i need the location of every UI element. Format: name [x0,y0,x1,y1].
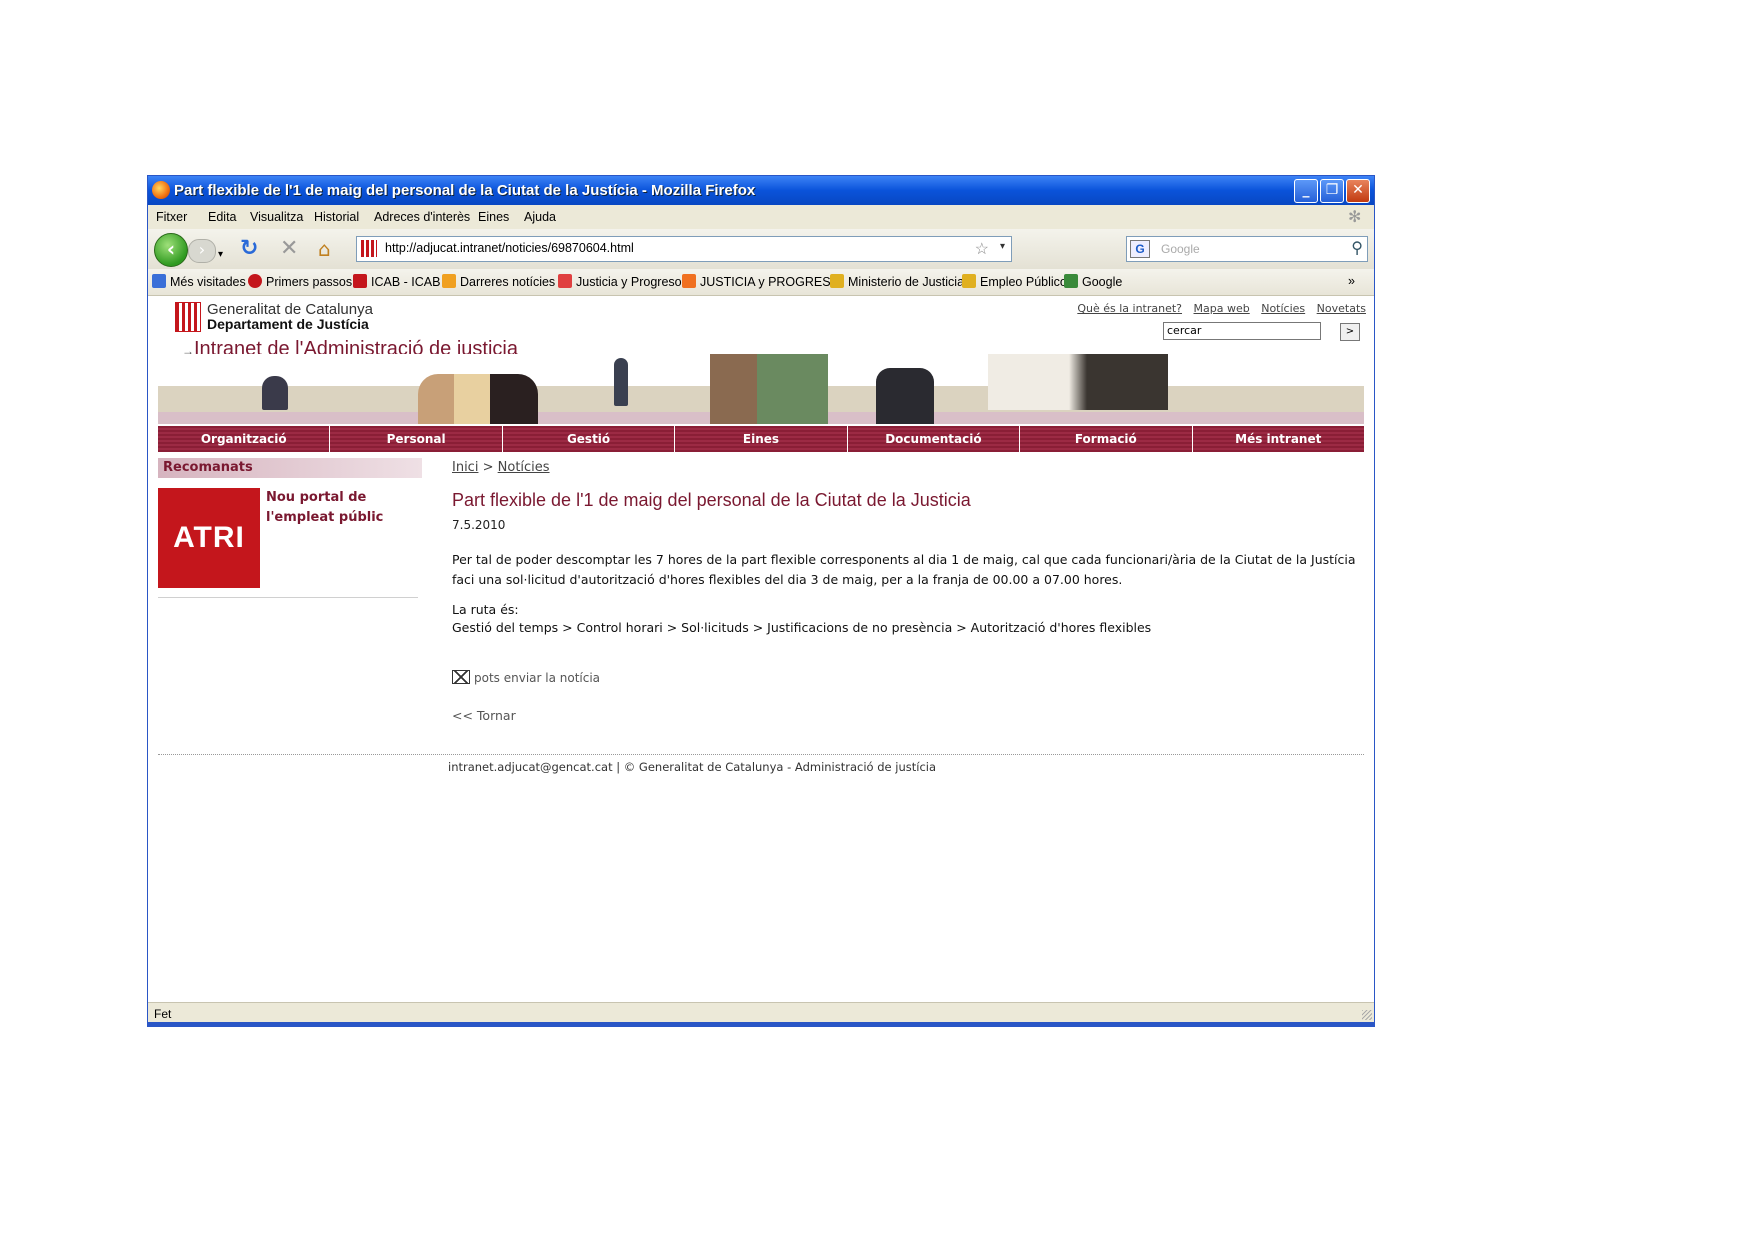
navigation-toolbar: ‹ › ▾ ↻ ✕ ⌂ http://adjucat.intranet/noti… [148,229,1374,269]
firefox-icon [152,181,170,199]
breadcrumb-separator: > [482,460,494,475]
link-mapa-web[interactable]: Mapa web [1194,302,1250,315]
url-bar[interactable]: http://adjucat.intranet/noticies/6987060… [356,236,1012,262]
menu-bar: Fitxer Edita Visualitza Historial Adrece… [148,205,1374,229]
nav-eines[interactable]: Eines [675,426,848,452]
bookmark-ministerio-justicia[interactable]: Ministerio de Justicia [830,274,964,289]
department-name: Departament de Justícia [207,316,369,332]
sidebar-divider [158,597,418,598]
sidebar-heading: Recomanats [158,458,422,478]
bookmark-justicia-progreso-blog[interactable]: JUSTICIA y PROGRESO [682,274,840,289]
breadcrumb-news[interactable]: Notícies [498,460,550,475]
banner-building [710,354,828,424]
menu-item-edita[interactable]: Edita [208,210,237,224]
link-novetats[interactable]: Novetats [1317,302,1366,315]
banner-walking-man [614,358,628,406]
nav-formacio[interactable]: Formació [1020,426,1193,452]
minimize-button[interactable]: _ [1294,179,1318,203]
nav-mes-intranet[interactable]: Més intranet [1193,426,1364,452]
title-bar: Part flexible de l'1 de maig del persona… [148,176,1374,205]
rss-icon [442,274,456,288]
article-date: 7.5.2010 [452,518,506,532]
url-text: http://adjucat.intranet/noticies/6987060… [385,241,634,255]
route-path: Gestió del temps > Control horari > Sol·… [452,620,1152,635]
menu-item-fitxer[interactable]: Fitxer [156,210,187,224]
route-label: La ruta és: [452,602,519,617]
banner-handshake [988,354,1168,410]
back-button[interactable]: ‹ [154,233,188,267]
google-icon [1064,274,1078,288]
web-search-box[interactable]: G Google ⚲ [1126,236,1368,262]
top-links: Què és la intranet? Mapa web Notícies No… [1069,302,1366,315]
banner-group-people [418,374,538,424]
nav-personal[interactable]: Personal [330,426,503,452]
site-search-button[interactable]: > [1340,323,1360,341]
footer-text: intranet.adjucat@gencat.cat | © Generali… [448,760,937,774]
ministerio-icon [830,274,844,288]
bookmark-primers-passos[interactable]: Primers passos [248,274,352,289]
menu-item-ajuda[interactable]: Ajuda [524,210,556,224]
banner-person-laptop [262,376,288,410]
folder-icon [152,274,166,288]
bookmark-mes-visitades[interactable]: Més visitades [152,274,246,289]
header-banner [158,354,1364,424]
bookmark-darreres-noticies[interactable]: Darreres notícies [442,274,555,289]
bookmark-star-icon[interactable]: ☆ [975,239,989,259]
menu-item-adreces[interactable]: Adreces d'interès [374,210,470,224]
blogger-icon [682,274,696,288]
search-placeholder: Google [1161,242,1200,256]
throbber-icon: ✻ [1348,209,1362,226]
close-button[interactable]: ✕ [1346,179,1370,203]
icab-icon [353,274,367,288]
window-title: Part flexible de l'1 de maig del persona… [174,182,756,199]
site-search-input[interactable]: cercar [1163,322,1321,340]
home-icon[interactable]: ⌂ [318,237,331,261]
article-paragraph: Per tal de poder descomptar les 7 hores … [452,552,1356,587]
page-content: Generalitat de Catalunya Departament de … [148,296,1374,978]
url-dropdown-icon[interactable]: ▾ [1000,241,1005,252]
bookmark-icab[interactable]: ICAB - ICAB [353,274,440,289]
nav-gestio[interactable]: Gestió [503,426,676,452]
menu-item-historial[interactable]: Historial [314,210,359,224]
link-noticies[interactable]: Notícies [1261,302,1305,315]
maximize-button[interactable]: ❐ [1320,179,1344,203]
footer-divider [158,754,1364,755]
link-que-es-intranet[interactable]: Què és la intranet? [1077,302,1182,315]
nav-documentacio[interactable]: Documentació [848,426,1021,452]
bookmarks-overflow-icon[interactable]: » [1348,274,1355,288]
article-title: Part flexible de l'1 de maig del persona… [452,490,971,510]
search-engine-icon[interactable]: G [1130,240,1150,258]
search-icon[interactable]: ⚲ [1351,238,1363,258]
breadcrumb: Inici > Notícies [452,460,550,475]
banner-business-people [876,368,934,424]
site-favicon [361,240,377,257]
atri-link[interactable]: Nou portal de l'empleat públic [266,488,416,528]
bookmark-empleo-publico[interactable]: Empleo Público [962,274,1067,289]
reload-icon[interactable]: ↻ [240,237,258,261]
nav-organitzacio[interactable]: Organització [158,426,331,452]
history-dropdown-icon[interactable]: ▾ [218,243,223,267]
generalitat-logo-icon [175,302,201,332]
atri-logo[interactable]: ATRI [158,488,260,588]
send-news-link[interactable]: pots enviar la notícia [452,670,600,685]
menu-item-eines[interactable]: Eines [478,210,509,224]
empleo-icon [962,274,976,288]
firefox-bookmark-icon [248,274,262,288]
status-bar: Fet [148,1002,1374,1026]
bookmark-justicia-progreso[interactable]: Justicia y Progreso [558,274,682,289]
bookmarks-toolbar: Més visitades Primers passos ICAB - ICAB… [148,269,1374,296]
bookmark-google[interactable]: Google [1064,274,1122,289]
resize-grip[interactable] [1362,1010,1372,1020]
back-link[interactable]: << Tornar [452,708,516,723]
status-text: Fet [154,1007,172,1021]
menu-item-visualitza[interactable]: Visualitza [250,210,303,224]
breadcrumb-home[interactable]: Inici [452,460,478,475]
main-nav: Organització Personal Gestió Eines Docum… [158,426,1364,452]
forward-button[interactable]: › [188,239,216,263]
jp-icon [558,274,572,288]
stop-icon[interactable]: ✕ [280,237,298,261]
envelope-icon [452,670,470,684]
browser-window: Part flexible de l'1 de maig del persona… [148,176,1374,1026]
